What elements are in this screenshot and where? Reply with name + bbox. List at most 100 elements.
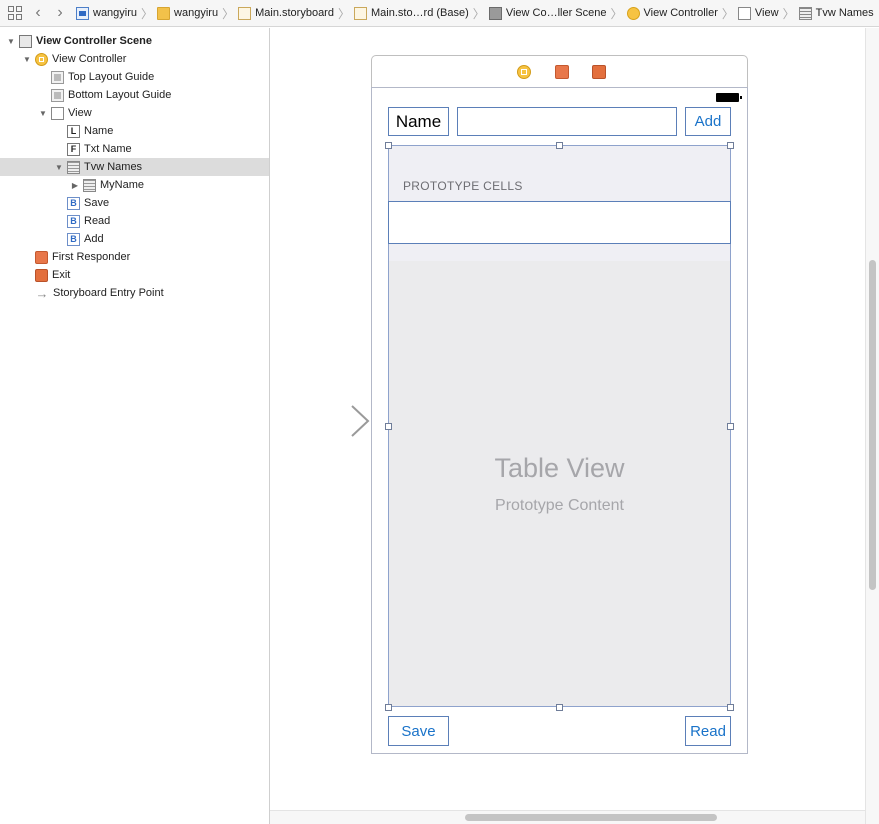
name-text-field[interactable] — [457, 107, 677, 136]
outline-row[interactable]: First Responder — [0, 248, 269, 266]
resize-handle[interactable] — [556, 704, 563, 711]
back-chevron-icon[interactable]: ‹ — [28, 5, 48, 21]
related-items-grid-icon[interactable] — [8, 6, 22, 20]
table-view-icon — [798, 6, 812, 20]
exit-icon[interactable] — [592, 65, 606, 79]
outline-row[interactable]: Top Layout Guide — [0, 68, 269, 86]
storyboard-entry-arrow-icon[interactable] — [272, 404, 372, 438]
breadcrumb-separator-icon: 〉 — [222, 6, 235, 21]
breadcrumb-item[interactable]: View Controller — [626, 6, 718, 20]
breadcrumb-item[interactable]: View — [737, 6, 779, 20]
outline-row[interactable]: L Name — [0, 122, 269, 140]
resize-handle[interactable] — [385, 142, 392, 149]
outline-row[interactable]: → Storyboard Entry Point — [0, 284, 269, 302]
disclosure-triangle-icon[interactable]: ▶ — [70, 181, 80, 190]
breadcrumb-item-label: View — [754, 7, 779, 19]
resize-handle[interactable] — [385, 423, 392, 430]
outline-row-label: Storyboard Entry Point — [53, 287, 164, 299]
read-button[interactable]: Read — [685, 716, 731, 746]
vertical-scroll-thumb[interactable] — [869, 260, 876, 590]
outline-row[interactable]: B Save — [0, 194, 269, 212]
storyboard-file-icon — [353, 6, 367, 20]
view-icon — [737, 6, 751, 20]
breadcrumb-item-label: wangyiru — [93, 7, 138, 19]
disclosure-triangle-icon[interactable]: ▼ — [54, 163, 64, 172]
outline-row-label: Txt Name — [84, 143, 132, 155]
outline-row[interactable]: B Add — [0, 230, 269, 248]
breadcrumb-item[interactable]: Main.storyboard — [238, 6, 334, 20]
outline-row[interactable]: ▶ MyName — [0, 176, 269, 194]
outline-row[interactable]: Bottom Layout Guide — [0, 86, 269, 104]
outline-row[interactable]: F Txt Name — [0, 140, 269, 158]
outline-row-label: Tvw Names — [84, 161, 143, 173]
horizontal-scroll-thumb[interactable] — [465, 814, 717, 821]
label-icon: L — [67, 124, 80, 138]
outline-row-label: Save — [84, 197, 110, 209]
breadcrumb-item[interactable]: Tvw Names — [798, 6, 874, 20]
outline-row[interactable]: ▼ View Controller Scene — [0, 32, 269, 50]
breadcrumb-item-label: Main.sto…rd (Base) — [370, 7, 469, 19]
resize-handle[interactable] — [727, 142, 734, 149]
outline-row-label: Name — [84, 125, 114, 137]
scene-icon — [19, 34, 32, 48]
folder-icon — [157, 6, 171, 20]
breadcrumb-item-label: View Controller — [643, 7, 718, 19]
outline-row[interactable]: ▼ View Controller — [0, 50, 269, 68]
breadcrumb-item[interactable]: Main.sto…rd (Base) — [353, 6, 469, 20]
add-button[interactable]: Add — [685, 107, 731, 136]
resize-handle[interactable] — [556, 142, 563, 149]
button-icon: B — [67, 214, 80, 228]
view-controller-icon — [35, 52, 48, 66]
battery-icon — [716, 93, 742, 102]
scene-icon — [488, 6, 502, 20]
forward-chevron-icon[interactable]: › — [50, 5, 70, 21]
view-controller-icon[interactable] — [517, 65, 531, 79]
breadcrumb-item-label: View Co…ller Scene — [505, 7, 607, 19]
outline-row-label: View Controller Scene — [36, 35, 152, 47]
resize-handle[interactable] — [385, 704, 392, 711]
name-label[interactable]: Name — [388, 107, 449, 136]
breadcrumb-item-label: Tvw Names — [815, 7, 874, 19]
swift-project-icon — [76, 6, 89, 20]
save-button[interactable]: Save — [388, 716, 449, 746]
view-icon — [51, 106, 64, 120]
breadcrumb-separator-icon: 〉 — [721, 6, 734, 21]
outline-row-label: Exit — [52, 269, 71, 281]
entry-point-arrow-icon: → — [35, 285, 49, 301]
table-view-icon — [67, 160, 80, 174]
disclosure-triangle-icon[interactable]: ▼ — [6, 37, 16, 46]
outline-row-label: Top Layout Guide — [68, 71, 155, 83]
layout-guide-icon — [51, 70, 64, 84]
breadcrumb-item-label: Main.storyboard — [255, 7, 334, 19]
view-controller-icon — [626, 6, 640, 20]
outline-row-label: First Responder — [52, 251, 131, 263]
outline-row-label: Bottom Layout Guide — [68, 89, 172, 101]
prototype-cells-header: PROTOTYPE CELLS — [403, 179, 523, 193]
button-icon: B — [67, 196, 80, 210]
breadcrumb-separator-icon: 〉 — [610, 6, 623, 21]
table-view-placeholder-subtitle: Prototype Content — [495, 497, 624, 514]
prototype-cell[interactable] — [388, 201, 731, 244]
breadcrumb-item[interactable]: wangyiru — [76, 6, 138, 20]
breadcrumb-separator-icon: 〉 — [472, 6, 485, 21]
text-field-icon: F — [67, 142, 80, 156]
breadcrumb-separator-icon: 〉 — [782, 6, 795, 21]
exit-icon — [35, 268, 48, 282]
table-view-placeholder-title: Table View — [494, 453, 625, 483]
resize-handle[interactable] — [727, 423, 734, 430]
breadcrumb-item[interactable]: wangyiru — [157, 6, 218, 20]
breadcrumb: wangyiru 〉 wangyiru 〉 Main.storyboard 〉 Main.s… — [76, 5, 874, 22]
outline-row[interactable]: Exit — [0, 266, 269, 284]
outline-row-label: View — [68, 107, 92, 119]
disclosure-triangle-icon[interactable]: ▼ — [22, 55, 32, 64]
breadcrumb-separator-icon: 〉 — [337, 6, 350, 21]
resize-handle[interactable] — [727, 704, 734, 711]
outline-row-label: View Controller — [52, 53, 127, 65]
first-responder-icon[interactable] — [555, 65, 569, 79]
outline-row[interactable]: ▼ Tvw Names — [0, 158, 269, 176]
outline-row[interactable]: ▼ View — [0, 104, 269, 122]
outline-row[interactable]: B Read — [0, 212, 269, 230]
disclosure-triangle-icon[interactable]: ▼ — [38, 109, 48, 118]
document-outline: ▼ View Controller Scene ▼ View Controller To… — [0, 28, 270, 824]
breadcrumb-item[interactable]: View Co…ller Scene — [488, 6, 607, 20]
